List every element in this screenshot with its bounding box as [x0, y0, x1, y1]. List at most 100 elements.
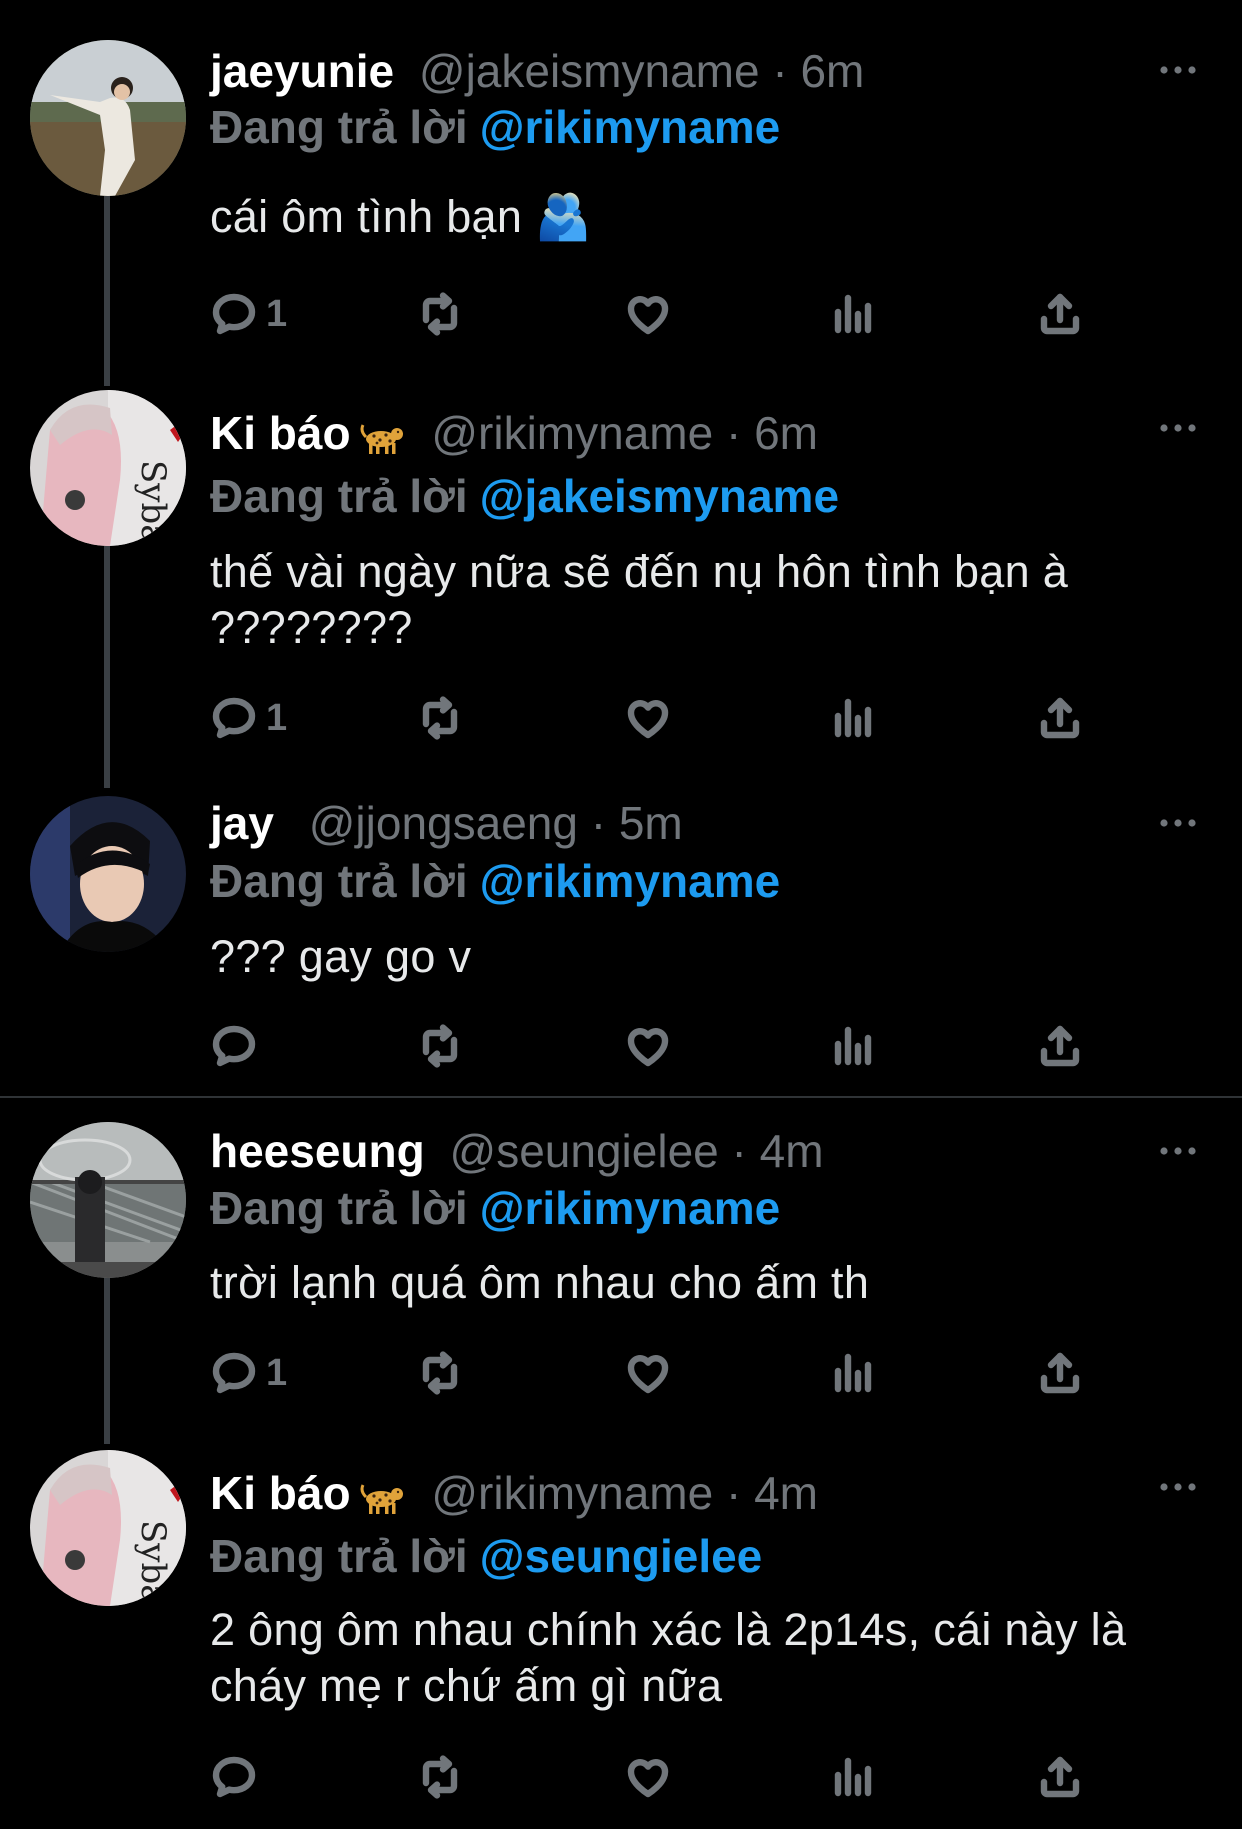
- replying-to: Đang trả lời @rikimyname: [210, 99, 780, 155]
- avatar[interactable]: Sybau: [30, 390, 186, 546]
- tweet-text: 2 ông ôm nhau chính xác là 2p14s, cái nà…: [210, 1604, 1127, 1711]
- share-icon: [1036, 1349, 1084, 1397]
- tweet-header: Ki báo @rikimyname · 4m: [210, 1465, 818, 1521]
- reply-count: 1: [266, 292, 288, 335]
- timestamp[interactable]: 6m: [800, 45, 864, 97]
- tweet-text: ??? gay go v: [210, 931, 472, 982]
- user-handle[interactable]: @jjongsaeng: [309, 797, 578, 849]
- tweet-text: cái ôm tình bạn 🫂: [210, 191, 592, 242]
- retweet-button[interactable]: [416, 1343, 464, 1403]
- mention-link[interactable]: @rikimyname: [480, 1182, 781, 1234]
- views-button[interactable]: [830, 688, 878, 748]
- like-button[interactable]: [624, 1343, 672, 1403]
- user-handle[interactable]: @jakeismyname: [419, 45, 760, 97]
- like-button[interactable]: [624, 1016, 672, 1076]
- separator: ·: [590, 797, 607, 849]
- replying-label: Đang trả lời: [210, 1182, 468, 1234]
- share-button[interactable]: [1036, 1343, 1084, 1403]
- heart-icon: [624, 1349, 672, 1397]
- display-name[interactable]: jaeyunie: [210, 45, 394, 97]
- heart-icon: [624, 694, 672, 742]
- reply-button[interactable]: [210, 1016, 266, 1076]
- retweet-button[interactable]: [416, 1747, 464, 1807]
- mention-link[interactable]: @rikimyname: [480, 855, 781, 907]
- more-options-icon[interactable]: [1158, 1144, 1198, 1158]
- reply-button[interactable]: 1: [210, 284, 287, 344]
- avatar[interactable]: Sybau: [30, 1450, 186, 1606]
- tweet-header: jaeyunie @jakeismyname · 6m: [210, 43, 864, 99]
- replying-label: Đang trả lời: [210, 1530, 468, 1582]
- timestamp[interactable]: 4m: [754, 1467, 818, 1519]
- views-button[interactable]: [830, 1343, 878, 1403]
- tweet-text: trời lạnh quá ôm nhau cho ấm th: [210, 1257, 870, 1308]
- more-options-icon[interactable]: [1158, 421, 1198, 435]
- heart-icon: [624, 1022, 672, 1070]
- views-button[interactable]: [830, 284, 878, 344]
- tweet-actions: 1: [210, 688, 1110, 748]
- share-button[interactable]: [1036, 688, 1084, 748]
- user-handle[interactable]: @seungielee: [450, 1125, 719, 1177]
- reply-icon: [210, 1349, 258, 1397]
- tweet-header: jay @jjongsaeng · 5m: [210, 795, 683, 851]
- timestamp[interactable]: 6m: [754, 407, 818, 459]
- user-handle[interactable]: @rikimyname: [431, 407, 713, 459]
- retweet-icon: [416, 1349, 464, 1397]
- tweet-header: Ki báo @rikimyname · 6m: [210, 405, 818, 461]
- views-button[interactable]: [830, 1747, 878, 1807]
- svg-text:Sybau: Sybau: [133, 1520, 173, 1606]
- retweet-icon: [416, 1022, 464, 1070]
- svg-text:Sybau: Sybau: [133, 460, 173, 546]
- tweet-actions: [210, 1016, 1110, 1076]
- share-button[interactable]: [1036, 284, 1084, 344]
- replying-to: Đang trả lời @seungielee: [210, 1528, 762, 1584]
- reply-button[interactable]: 1: [210, 688, 287, 748]
- user-handle[interactable]: @rikimyname: [431, 1467, 713, 1519]
- views-button[interactable]: [830, 1016, 878, 1076]
- display-name[interactable]: heeseung: [210, 1125, 425, 1177]
- views-icon: [830, 1022, 878, 1070]
- mention-link[interactable]: @rikimyname: [480, 101, 781, 153]
- avatar[interactable]: [30, 40, 186, 196]
- retweet-button[interactable]: [416, 284, 464, 344]
- like-button[interactable]: [624, 688, 672, 748]
- separator: ·: [772, 45, 788, 97]
- retweet-button[interactable]: [416, 1016, 464, 1076]
- reply-icon: [210, 1022, 258, 1070]
- thread-line: [104, 196, 110, 386]
- replying-label: Đang trả lời: [210, 101, 468, 153]
- tweet-header: heeseung @seungielee · 4m: [210, 1123, 824, 1179]
- reply-button[interactable]: 1: [210, 1343, 287, 1403]
- replying-to: Đang trả lời @jakeismyname: [210, 468, 839, 524]
- share-button[interactable]: [1036, 1747, 1084, 1807]
- reply-button[interactable]: [210, 1747, 266, 1807]
- display-name[interactable]: jay: [210, 797, 274, 849]
- reply-icon: [210, 694, 258, 742]
- tweet-text: thế vài ngày nữa sẽ đến nụ hôn tình bạn …: [210, 546, 1069, 653]
- replying-to: Đang trả lời @rikimyname: [210, 1180, 780, 1236]
- timestamp[interactable]: 5m: [619, 797, 683, 849]
- more-options-icon[interactable]: [1158, 63, 1198, 77]
- reply-count: 1: [266, 696, 288, 739]
- tweet-actions: 1: [210, 284, 1110, 344]
- share-button[interactable]: [1036, 1016, 1084, 1076]
- retweet-button[interactable]: [416, 688, 464, 748]
- display-name[interactable]: Ki báo: [210, 1467, 351, 1519]
- retweet-icon: [416, 290, 464, 338]
- like-button[interactable]: [624, 284, 672, 344]
- timestamp[interactable]: 4m: [760, 1125, 824, 1177]
- share-icon: [1036, 1022, 1084, 1070]
- share-icon: [1036, 1753, 1084, 1801]
- more-options-icon[interactable]: [1158, 1480, 1198, 1494]
- replying-label: Đang trả lời: [210, 470, 468, 522]
- tweet-actions: [210, 1747, 1110, 1807]
- more-options-icon[interactable]: [1158, 816, 1198, 830]
- mention-link[interactable]: @jakeismyname: [480, 470, 839, 522]
- separator: ·: [731, 1125, 747, 1177]
- heart-icon: [624, 1753, 672, 1801]
- reply-icon: [210, 1753, 258, 1801]
- mention-link[interactable]: @seungielee: [480, 1530, 763, 1582]
- avatar[interactable]: [30, 1122, 186, 1278]
- avatar[interactable]: [30, 796, 186, 952]
- like-button[interactable]: [624, 1747, 672, 1807]
- display-name[interactable]: Ki báo: [210, 407, 351, 459]
